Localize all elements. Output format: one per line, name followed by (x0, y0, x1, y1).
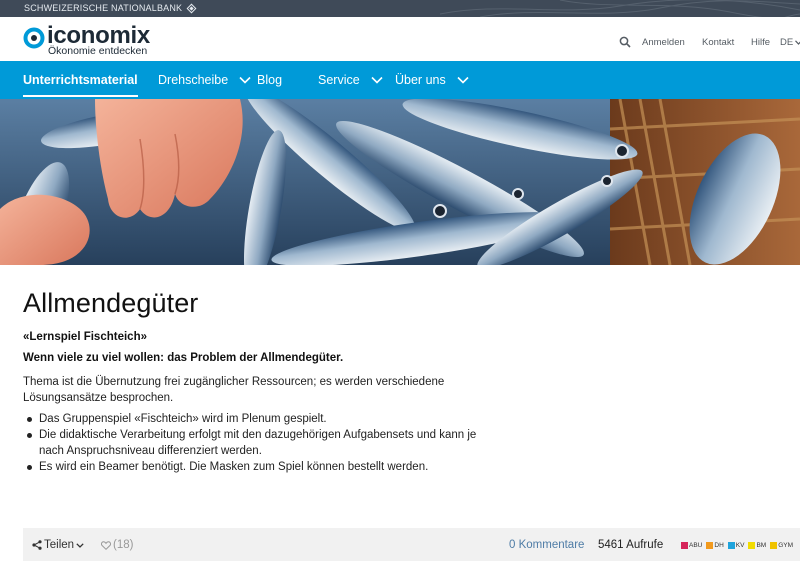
fish-illustration (0, 99, 800, 265)
snb-link[interactable]: SCHWEIZERISCHE NATIONALBANK (24, 3, 197, 13)
article-paragraph: Thema ist die Übernutzung frei zugänglic… (23, 376, 445, 404)
share-icon (32, 540, 42, 550)
nav-label: Drehscheibe (158, 73, 229, 87)
level-label: BM (756, 542, 767, 549)
chevron-down-icon (239, 76, 251, 84)
snb-label: SCHWEIZERISCHE NATIONALBANK (24, 3, 183, 13)
search-icon[interactable] (619, 36, 631, 48)
login-link[interactable]: Anmelden (642, 37, 685, 48)
level-swatch (748, 542, 756, 549)
chevron-down-icon (457, 76, 469, 84)
level-label: GYM (778, 542, 793, 549)
nav-item-ueber-uns[interactable]: Über uns (395, 61, 469, 99)
share-label: Teilen (44, 539, 75, 551)
level-badge: ABU (681, 542, 702, 549)
nav-item-blog[interactable]: Blog (257, 61, 282, 99)
nav-item-service[interactable]: Service (318, 61, 383, 99)
school-level-legend: ABU DH KV BM GYM (681, 542, 793, 549)
nav-label: Blog (257, 73, 283, 87)
level-swatch (727, 542, 735, 549)
level-label: KV (735, 542, 745, 549)
level-swatch (770, 542, 778, 549)
share-button[interactable]: Teilen (32, 539, 84, 551)
level-badge: GYM (770, 542, 793, 549)
nav-label: Service (318, 73, 360, 87)
article-action-bar: Teilen (18) 0 Kommentare 5461 Aufrufe AB… (23, 528, 800, 561)
list-item: Die didaktische Verarbeitung erfolgt mit… (23, 427, 503, 459)
snb-diamond-icon (186, 3, 197, 13)
article-bullet-list: Das Gruppenspiel «Fischteich» wird im Pl… (23, 411, 503, 475)
level-swatch (681, 542, 688, 549)
logo-link[interactable]: iconomix Ökonomie entdecken (23, 22, 150, 57)
chevron-down-icon (371, 76, 383, 84)
level-label: ABU (689, 542, 703, 549)
language-selector[interactable]: DE (780, 37, 800, 48)
list-item: Es wird ein Beamer benötigt. Die Masken … (23, 459, 503, 475)
article-lead: Wenn viele zu viel wollen: das Problem d… (23, 352, 344, 364)
main-navigation: Unterrichtsmaterial Drehscheibe Blog Ser… (0, 61, 800, 99)
level-badge: KV (727, 542, 745, 549)
logo-ring-icon (23, 27, 45, 49)
chevron-down-icon (76, 542, 84, 548)
level-label: DH (714, 542, 724, 549)
contact-link[interactable]: Kontakt (702, 37, 734, 48)
logo-subtitle: Ökonomie entdecken (48, 45, 148, 57)
page-title: Allmendegüter (23, 288, 199, 318)
nav-label: Über uns (395, 73, 446, 87)
level-swatch (706, 542, 714, 549)
comments-link[interactable]: 0 Kommentare (509, 539, 584, 551)
like-count: (18) (113, 539, 134, 551)
like-button[interactable]: (18) (101, 539, 133, 551)
level-badge: DH (706, 542, 724, 549)
logo-title: iconomix (47, 22, 150, 49)
nav-item-drehscheibe[interactable]: Drehscheibe (158, 61, 251, 99)
bank-top-bar: SCHWEIZERISCHE NATIONALBANK (0, 0, 800, 17)
level-badge: BM (748, 542, 766, 549)
help-link[interactable]: Hilfe (751, 37, 770, 48)
view-count: 5461 Aufrufe (598, 539, 664, 551)
heart-icon (101, 540, 111, 550)
hero-image (0, 99, 800, 265)
nav-label: Unterrichtsmaterial (23, 73, 138, 87)
language-label: DE (780, 37, 794, 48)
nav-item-unterrichtsmaterial[interactable]: Unterrichtsmaterial (23, 61, 138, 99)
bank-pattern (440, 0, 800, 17)
list-item: Das Gruppenspiel «Fischteich» wird im Pl… (23, 411, 503, 427)
chevron-down-icon (795, 40, 800, 45)
article-kicker: «Lernspiel Fischteich» (23, 331, 147, 343)
site-header: iconomix Ökonomie entdecken Anmelden Kon… (0, 17, 800, 61)
